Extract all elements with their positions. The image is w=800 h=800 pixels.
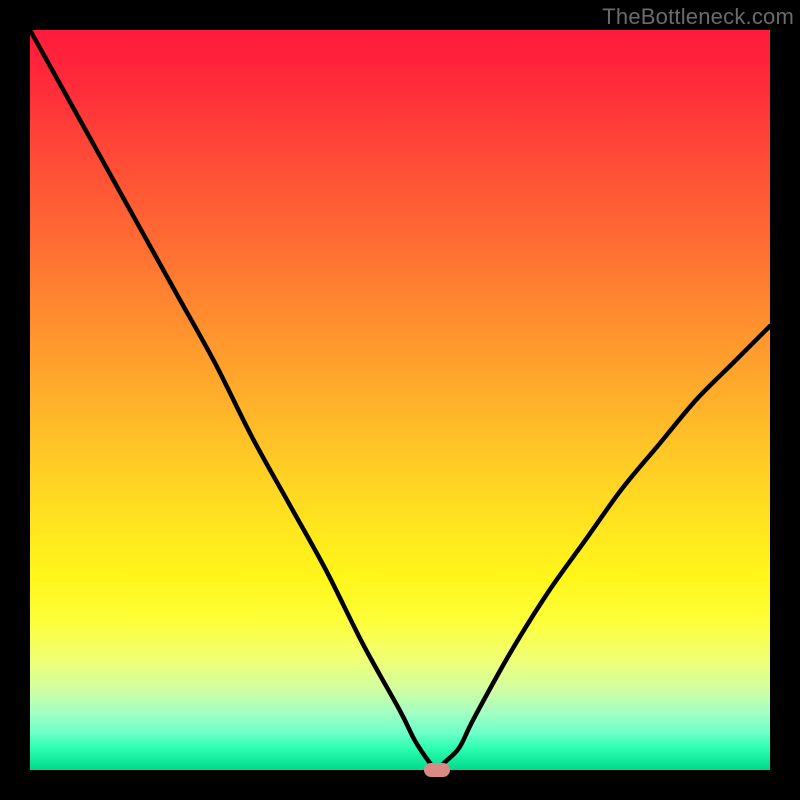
plot-area (30, 30, 770, 770)
chart-frame: TheBottleneck.com (0, 0, 800, 800)
bottleneck-curve (30, 30, 770, 770)
optimal-marker (424, 763, 450, 777)
watermark-text: TheBottleneck.com (602, 4, 794, 30)
